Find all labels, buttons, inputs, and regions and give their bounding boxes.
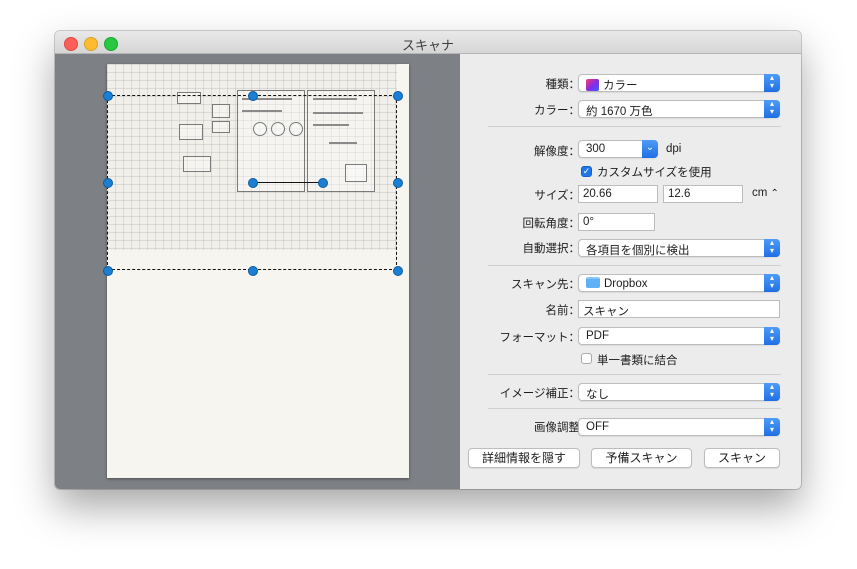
resize-handle-top-right[interactable]	[393, 91, 403, 101]
rotation-handle[interactable]	[318, 178, 328, 188]
chevron-down-icon: ⌄	[642, 140, 658, 158]
resize-handle-left[interactable]	[103, 178, 113, 188]
size-unit-popup[interactable]: cm ⌃	[752, 187, 779, 199]
separator	[488, 126, 781, 127]
chevron-updown-icon: ▴ ▾	[764, 418, 780, 436]
rotation-field[interactable]: 0°	[578, 213, 655, 231]
resize-handle-top-left[interactable]	[103, 91, 113, 101]
separator	[488, 374, 781, 375]
image-adjust-label: 画像調整	[534, 422, 580, 434]
resize-handle-top[interactable]	[248, 91, 258, 101]
rotation-label: 回転角度：	[522, 218, 581, 230]
size-unit: cm	[752, 187, 768, 199]
name-label: 名前：	[545, 305, 581, 317]
format-value: PDF	[586, 330, 609, 342]
resize-handle-bottom-left[interactable]	[103, 266, 113, 276]
color-value: 約 1670 万色	[586, 106, 653, 118]
rotation-center-handle[interactable]	[248, 178, 258, 188]
size-width-field[interactable]: 20.66	[578, 185, 658, 203]
format-popup[interactable]: PDF ▴ ▾	[578, 327, 780, 345]
kind-value: カラー	[603, 80, 638, 92]
resize-handle-bottom[interactable]	[248, 266, 258, 276]
kind-label: 種類：	[545, 79, 581, 91]
chevron-updown-icon: ▴ ▾	[764, 239, 780, 257]
resolution-combo[interactable]: 300 ⌄	[578, 140, 658, 158]
name-field[interactable]: スキャン	[578, 300, 780, 318]
resolution-unit: dpi	[666, 143, 682, 155]
scanner-window: スキャナ 種類： カラー ▴ ▾ カラー： 約 1670 万色 ▴ ▾ 解像度：…	[55, 31, 801, 489]
overview-scan-button[interactable]: 予備スキャン	[591, 448, 692, 468]
custom-size-checkbox[interactable]: ✓	[581, 166, 592, 177]
color-popup[interactable]: 約 1670 万色 ▴ ▾	[578, 100, 780, 118]
resolution-value: 300	[586, 143, 606, 155]
image-correction-label: イメージ補正：	[499, 388, 580, 400]
separator	[488, 408, 781, 409]
chevron-updown-icon: ▴ ▾	[764, 100, 780, 118]
resize-handle-bottom-right[interactable]	[393, 266, 403, 276]
settings-panel: 種類： カラー ▴ ▾ カラー： 約 1670 万色 ▴ ▾ 解像度： 300 ⌄ …	[460, 54, 801, 489]
chevron-updown-icon: ▴ ▾	[764, 274, 780, 292]
rotation-line	[252, 182, 322, 183]
auto-select-value: 各項目を個別に検出	[586, 245, 690, 257]
auto-select-popup[interactable]: 各項目を個別に検出 ▴ ▾	[578, 239, 780, 257]
title-bar: スキャナ	[55, 31, 801, 54]
image-correction-popup[interactable]: なし ▴ ▾	[578, 383, 780, 401]
destination-popup[interactable]: Dropbox ▴ ▾	[578, 274, 780, 292]
folder-icon	[586, 277, 600, 288]
format-label: フォーマット：	[499, 332, 581, 344]
resize-handle-right[interactable]	[393, 178, 403, 188]
scan-preview-area[interactable]	[55, 54, 460, 489]
destination-label: スキャン先：	[511, 279, 580, 291]
custom-size-label: カスタムサイズを使用	[597, 167, 712, 179]
chevron-updown-icon: ▴ ▾	[764, 383, 780, 401]
combine-checkbox[interactable]	[581, 353, 592, 364]
image-adjust-value: OFF	[586, 421, 609, 433]
destination-value: Dropbox	[604, 278, 648, 290]
image-correction-value: なし	[586, 389, 609, 401]
window-title: スキャナ	[401, 38, 454, 53]
scan-button[interactable]: スキャン	[704, 448, 780, 468]
color-label: カラー：	[534, 105, 580, 117]
color-photo-icon	[586, 79, 599, 91]
kind-popup[interactable]: カラー ▴ ▾	[578, 74, 780, 92]
size-height-field[interactable]: 12.6	[663, 185, 743, 203]
chevron-updown-icon: ▴ ▾	[764, 74, 780, 92]
combine-label: 単一書類に結合	[597, 355, 678, 367]
image-adjust-popup[interactable]: OFF ▴ ▾	[578, 418, 780, 436]
auto-select-label: 自動選択：	[522, 243, 581, 255]
chevron-updown-icon: ▴ ▾	[764, 327, 780, 345]
resolution-label: 解像度：	[534, 146, 580, 158]
chevron-updown-icon: ⌃	[770, 188, 779, 199]
hide-details-button[interactable]: 詳細情報を隠す	[468, 448, 580, 468]
separator	[488, 265, 781, 266]
size-label: サイズ：	[534, 190, 580, 202]
